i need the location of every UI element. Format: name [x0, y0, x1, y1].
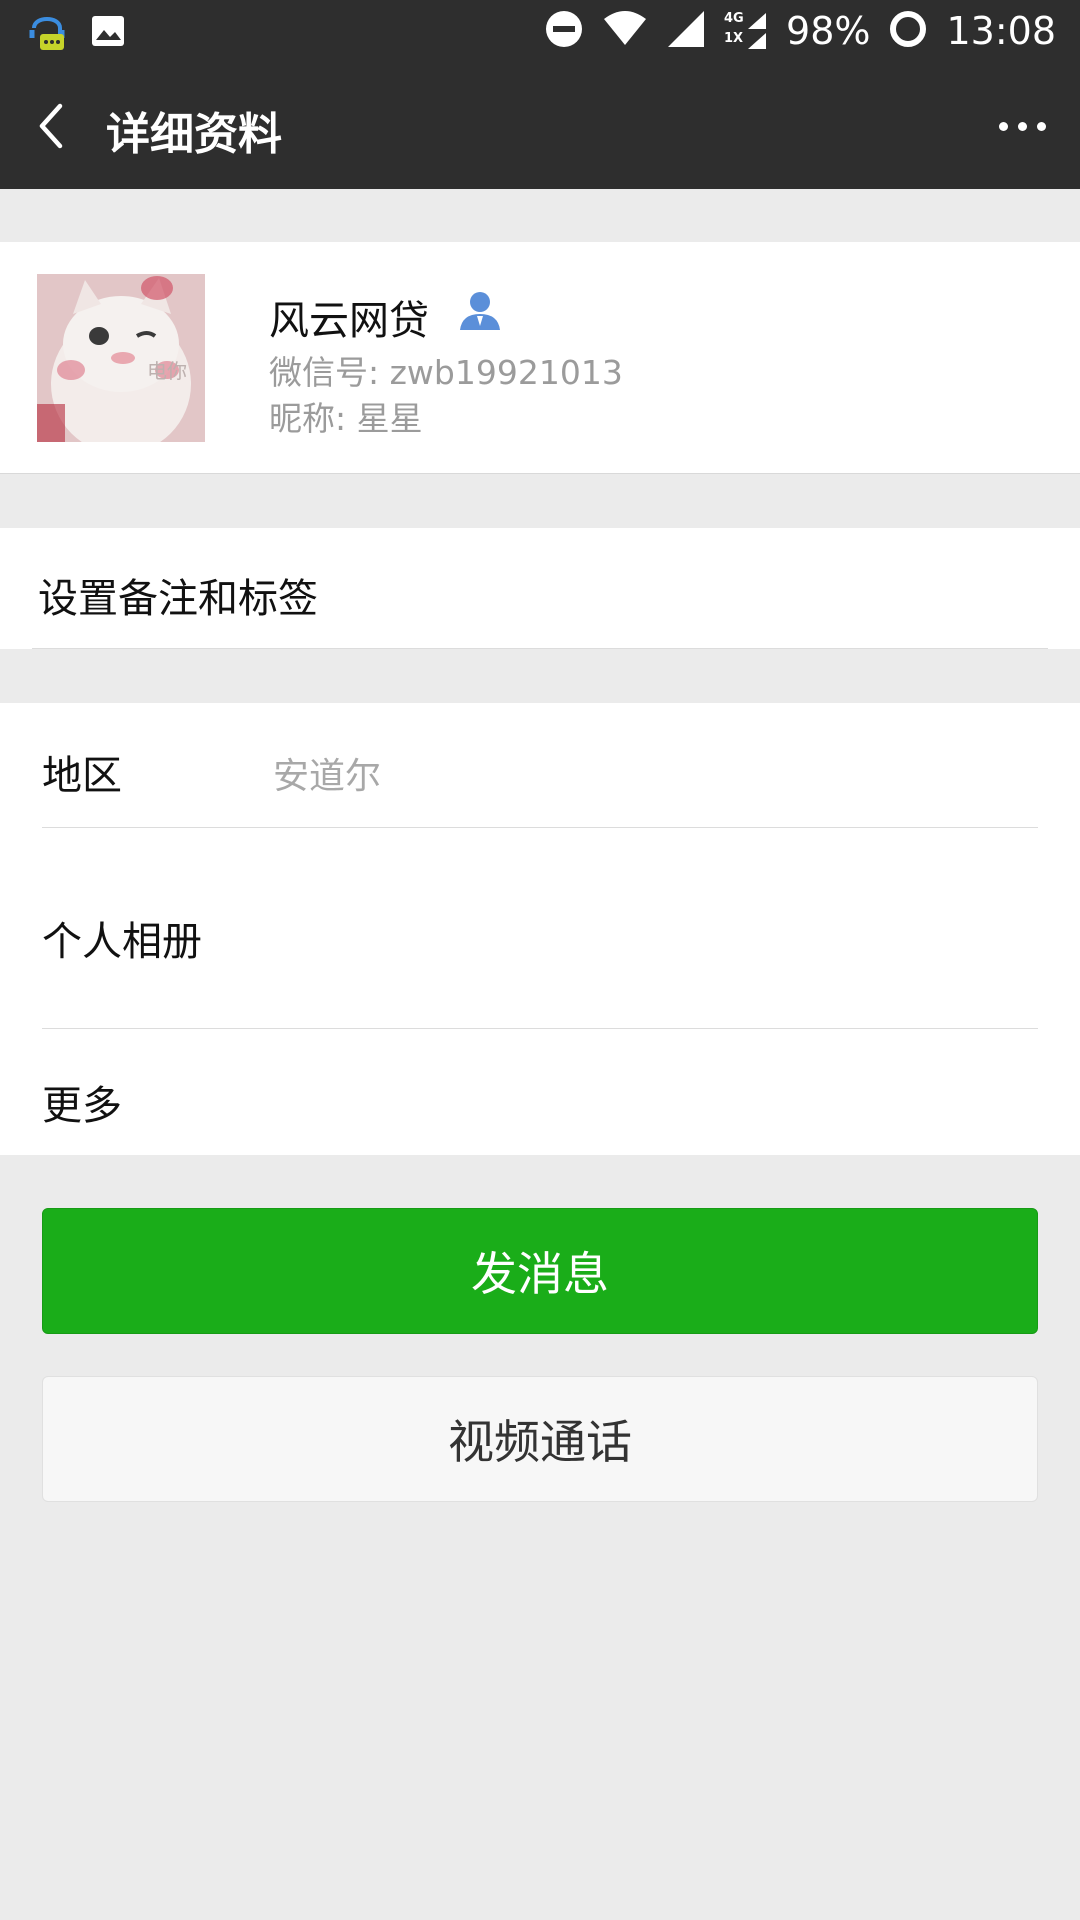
network-label-bottom: 1X — [724, 31, 744, 46]
status-bar: 4G 1X 98% 13:08 — [0, 0, 1080, 62]
battery-percent: 98% — [786, 9, 871, 53]
nickname: 昵称: 星星 — [269, 399, 423, 438]
album-row[interactable]: 个人相册 — [0, 828, 1080, 1028]
region-row[interactable]: 地区 安道尔 — [0, 703, 1080, 827]
more-dots-icon — [1036, 121, 1046, 131]
profile-card: 电你 风云网贷 微信号: zwb19921013 昵称: 星星 — [0, 242, 1080, 474]
app-bar: 详细资料 — [0, 62, 1080, 189]
more-dots-icon — [1017, 121, 1027, 131]
send-message-button[interactable]: 发消息 — [42, 1208, 1038, 1334]
do-not-disturb-icon — [544, 9, 584, 53]
album-label: 个人相册 — [42, 919, 202, 965]
battery-ring-icon — [888, 9, 928, 53]
clock: 13:08 — [946, 9, 1056, 53]
profile-name: 风云网贷 — [269, 298, 429, 344]
wechat-id: 微信号: zwb19921013 — [269, 353, 623, 392]
region-value: 安道尔 — [273, 756, 382, 797]
more-button[interactable] — [990, 98, 1054, 154]
info-card: 地区 安道尔 个人相册 更多 — [0, 703, 1080, 1155]
back-button[interactable] — [28, 96, 78, 156]
more-label: 更多 — [42, 1083, 122, 1129]
network-label-top: 4G — [724, 11, 744, 26]
avatar-watermark: 电你 — [147, 359, 187, 383]
notification-app-icon — [26, 8, 68, 58]
remark-label: 设置备注和标签 — [38, 576, 318, 622]
remark-row[interactable]: 设置备注和标签 — [0, 528, 1080, 649]
signal-icon — [666, 9, 706, 53]
status-bar-right: 4G 1X 98% 13:08 — [544, 0, 1056, 62]
avatar[interactable]: 电你 — [37, 274, 205, 442]
network-type-icon: 4G 1X — [724, 9, 768, 53]
divider — [32, 648, 1048, 649]
region-label: 地区 — [42, 753, 122, 799]
status-bar-left — [26, 8, 126, 58]
chevron-left-icon — [39, 103, 63, 149]
image-icon — [90, 14, 126, 52]
more-row[interactable]: 更多 — [0, 1029, 1080, 1155]
page-title: 详细资料 — [106, 109, 282, 160]
video-call-button[interactable]: 视频通话 — [42, 1376, 1038, 1502]
contact-person-icon — [458, 288, 502, 332]
more-dots-icon — [998, 121, 1008, 131]
profile-screen: 4G 1X 98% 13:08 详细资料 电你 风云网贷 微信号: zwb199… — [0, 0, 1080, 1920]
cat-avatar-image: 电你 — [37, 274, 205, 442]
wifi-icon — [602, 9, 648, 53]
